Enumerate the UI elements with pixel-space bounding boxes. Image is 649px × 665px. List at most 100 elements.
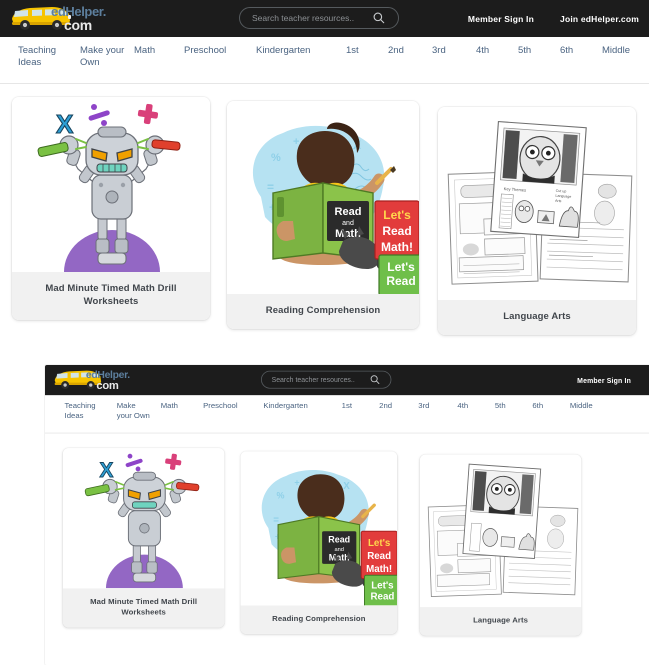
- search-input[interactable]: [240, 7, 372, 29]
- nested-nav-item-preschool[interactable]: Preschool: [203, 402, 255, 411]
- nested-child-reading-illustration: %+ =X =+: [261, 470, 398, 606]
- nested-search-icon[interactable]: [369, 374, 380, 385]
- nested-card-title-mad-minute-math: Mad Minute Timed Math Drill Worksheets: [62, 588, 225, 628]
- svg-text:Let's: Let's: [371, 580, 394, 591]
- nav-item-middle[interactable]: Middle: [602, 45, 648, 57]
- site-chrome-nested: edHelper. com Member Sign In Join edHelp…: [45, 365, 649, 636]
- nested-worksheet-pages-illustration: [427, 463, 579, 597]
- svg-text:Read: Read: [386, 274, 415, 288]
- nested-nav-item-6th[interactable]: 6th: [532, 402, 555, 411]
- svg-text:%: %: [276, 491, 284, 501]
- card-mad-minute-math[interactable]: X Mad Minute Timed Math Drill Worksheets: [12, 97, 210, 320]
- nested-nav-item-2nd[interactable]: 2nd: [379, 402, 403, 411]
- nested-nav-item-kindergarten[interactable]: Kindergarten: [263, 402, 327, 411]
- nav-item-teaching-ideas[interactable]: Teaching Ideas: [18, 45, 70, 68]
- nested-nav-item-3rd[interactable]: 3rd: [418, 402, 442, 411]
- svg-text:=: =: [267, 180, 274, 194]
- nav-item-3rd[interactable]: 3rd: [432, 45, 462, 57]
- poster-text-math: Math!: [381, 240, 413, 254]
- angry-robot-illustration: X: [37, 103, 181, 272]
- svg-text:X: X: [343, 481, 350, 492]
- svg-text:%: %: [271, 152, 281, 164]
- nested-card-language-arts[interactable]: Language Arts: [419, 454, 582, 636]
- nested-card-image-robot: X: [62, 448, 225, 589]
- nested-category-nav: Teaching Ideas Make your Own Math Presch…: [45, 395, 649, 434]
- book-text-and: and: [342, 220, 354, 227]
- worksheet-pages-illustration: Key Themes Cut up Language Arts: [447, 120, 633, 285]
- nested-angry-robot-illustration: X: [84, 453, 200, 589]
- search-icon[interactable]: [372, 11, 386, 25]
- svg-text:Read: Read: [367, 551, 391, 562]
- child-reading-illustration: % + = X = +: [252, 122, 419, 294]
- nested-nav-item-4th[interactable]: 4th: [457, 402, 480, 411]
- svg-text:+: +: [293, 136, 299, 148]
- nested-edhelper-logo[interactable]: edHelper. com: [52, 367, 142, 395]
- top-header-bar: edHelper. com Member Sign In Join edHelp…: [0, 0, 649, 37]
- svg-text:Math!: Math!: [366, 564, 392, 575]
- svg-text:Let's: Let's: [387, 260, 415, 274]
- nav-item-preschool[interactable]: Preschool: [184, 45, 246, 57]
- nested-top-header-bar: edHelper. com Member Sign In Join edHelp…: [45, 365, 649, 396]
- svg-text:X: X: [100, 459, 114, 482]
- nested-card-title-reading-comprehension: Reading Comprehension: [240, 605, 398, 634]
- card-title-reading-comprehension: Reading Comprehension: [227, 294, 419, 329]
- nested-card-image-worksheets: [419, 454, 582, 608]
- category-nav: Teaching Ideas Make your Own Math Presch…: [0, 37, 649, 84]
- card-reading-comprehension[interactable]: % + = X = +: [227, 101, 419, 329]
- nav-item-2nd[interactable]: 2nd: [388, 45, 418, 57]
- nested-nav-item-5th[interactable]: 5th: [495, 402, 518, 411]
- nav-item-1st[interactable]: 1st: [346, 45, 374, 57]
- nested-search-box[interactable]: [260, 370, 392, 389]
- poster-text-lets: Let's: [383, 208, 411, 222]
- search-box[interactable]: [239, 7, 399, 29]
- nested-nav-item-1st[interactable]: 1st: [342, 402, 365, 411]
- nested-card-reading-comprehension[interactable]: %+ =X =+: [240, 451, 398, 634]
- edhelper-logo[interactable]: edHelper. com: [8, 2, 120, 36]
- svg-text:Let's: Let's: [368, 538, 391, 549]
- nav-item-6th[interactable]: 6th: [560, 45, 588, 57]
- page-root: edHelper. com Member Sign In Join edHelp…: [0, 0, 649, 344]
- nested-page-preview[interactable]: edHelper. com Member Sign In Join edHelp…: [45, 365, 649, 665]
- book-text-read: Read: [335, 206, 362, 218]
- nested-search-input[interactable]: [261, 370, 370, 389]
- member-sign-in-link[interactable]: Member Sign In: [468, 14, 534, 24]
- site-chrome-main: edHelper. com Member Sign In Join edHelp…: [0, 0, 649, 344]
- svg-text:+: +: [294, 478, 299, 488]
- nested-card-image-reading: %+ =X =+: [240, 451, 398, 606]
- nested-edhelper-logo-graphic: edHelper. com: [54, 370, 131, 392]
- nested-auth-links: Member Sign In Join edHelper.com: [577, 365, 649, 395]
- svg-text:Read: Read: [328, 535, 350, 545]
- nav-item-make-your-own[interactable]: Make your Own: [80, 45, 126, 68]
- join-link[interactable]: Join edHelper.com: [560, 14, 639, 24]
- nav-item-4th[interactable]: 4th: [476, 45, 504, 57]
- svg-text:com: com: [96, 380, 119, 392]
- svg-text:com: com: [64, 17, 92, 33]
- nested-member-sign-in-link[interactable]: Member Sign In: [577, 376, 631, 384]
- nested-nav-item-math[interactable]: Math: [161, 402, 197, 411]
- svg-text:X: X: [56, 109, 74, 139]
- card-language-arts[interactable]: Key Themes Cut up Language Arts Language…: [438, 107, 636, 335]
- svg-text:Read: Read: [370, 592, 394, 603]
- nav-item-kindergarten[interactable]: Kindergarten: [256, 45, 332, 57]
- nested-card-title-language-arts: Language Arts: [419, 607, 582, 636]
- edhelper-logo-graphic: edHelper. com: [12, 4, 106, 33]
- card-image-robot: X: [12, 97, 210, 272]
- nested-card-mad-minute-math[interactable]: X Mad Minute Timed Math Drill Worksheets: [62, 448, 225, 628]
- card-title-mad-minute-math: Mad Minute Timed Math Drill Worksheets: [12, 272, 210, 320]
- poster-text-read: Read: [382, 224, 411, 238]
- nested-nav-item-middle[interactable]: Middle: [570, 402, 607, 411]
- nested-nav-item-make-your-own[interactable]: Make your Own: [117, 402, 153, 421]
- nav-item-5th[interactable]: 5th: [518, 45, 546, 57]
- nested-page-root: edHelper. com Member Sign In Join edHelp…: [45, 365, 649, 636]
- resource-card-grid: X Mad Minute Timed Math Drill Worksheets…: [0, 84, 649, 344]
- svg-text:edHelper.: edHelper.: [86, 370, 130, 381]
- card-image-reading: % + = X = +: [227, 101, 419, 294]
- nested-nav-item-teaching-ideas[interactable]: Teaching Ideas: [65, 402, 107, 421]
- auth-links: Member Sign In Join edHelper.com: [468, 0, 639, 37]
- nested-resource-card-grid: X Mad Minute Timed Math Drill Worksheets: [45, 433, 649, 636]
- svg-text:Cut up: Cut up: [556, 189, 567, 194]
- card-image-worksheets: Key Themes Cut up Language Arts: [438, 107, 636, 300]
- svg-text:Arts: Arts: [555, 199, 562, 203]
- card-title-language-arts: Language Arts: [438, 300, 636, 335]
- nav-item-math[interactable]: Math: [134, 45, 178, 57]
